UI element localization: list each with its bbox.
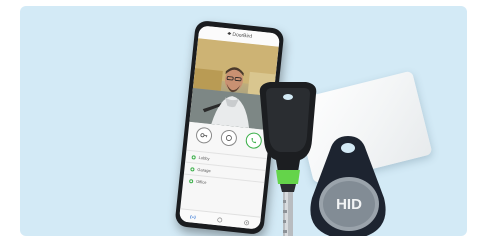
unlock-button[interactable] <box>194 126 213 145</box>
settings-icon <box>244 219 250 225</box>
location-label: Garage <box>197 166 211 174</box>
fob-brand-label: HID <box>336 196 362 213</box>
chat-button[interactable] <box>219 129 238 147</box>
location-list: Lobby Garage Office <box>182 149 268 194</box>
hid-key-fob: HID <box>310 136 386 236</box>
tab-settings[interactable] <box>243 218 251 226</box>
key-icon <box>199 133 207 138</box>
broadcast-icon <box>190 214 196 219</box>
status-dot-icon <box>190 166 195 172</box>
brand-name: DoorBird <box>232 31 253 40</box>
status-dot-icon <box>189 178 194 183</box>
tab-home[interactable] <box>216 216 224 224</box>
home-icon <box>217 217 223 222</box>
status-dot-icon <box>191 154 196 160</box>
doorbird-logo-icon <box>226 32 231 36</box>
location-label: Office <box>195 178 207 185</box>
chat-icon <box>225 134 232 141</box>
location-label: Lobby <box>198 154 210 162</box>
product-banner: DoorBird Lobby Garage Office HID <box>20 6 467 236</box>
app-tab-bar <box>178 208 261 230</box>
tab-live[interactable] <box>189 213 197 221</box>
